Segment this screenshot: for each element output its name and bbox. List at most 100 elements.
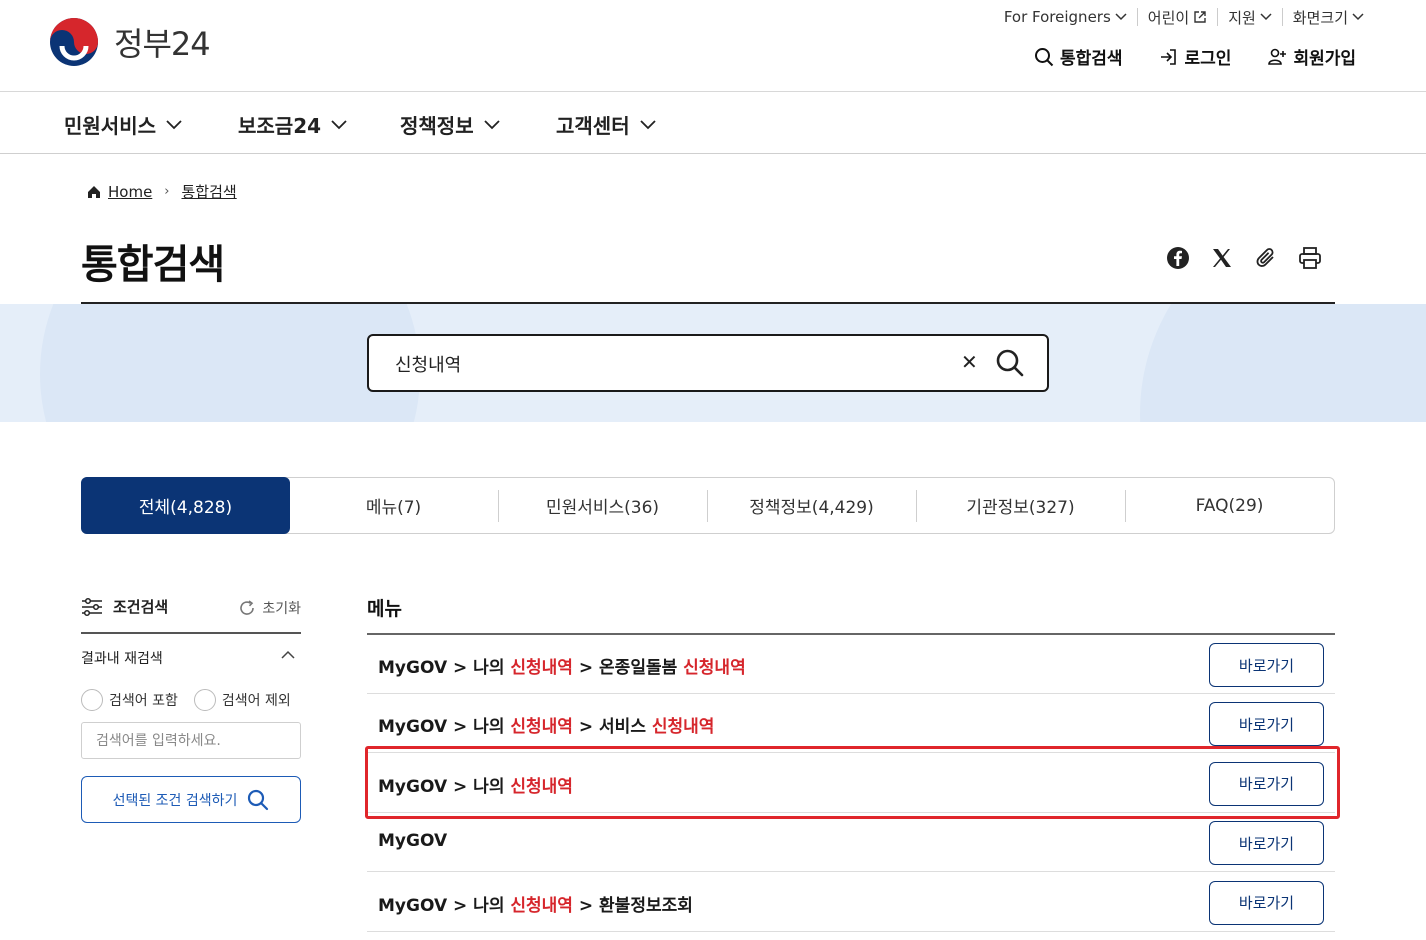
facebook-share-button[interactable] (1162, 242, 1194, 274)
path-text: MyGOV > 나의 (378, 895, 511, 916)
breadcrumb-current[interactable]: 통합검색 (182, 181, 237, 202)
tab-agency[interactable]: 기관정보(327) (916, 478, 1125, 533)
results-section-title: 메뉴 (367, 598, 402, 620)
chevron-down-icon (483, 119, 500, 129)
result-tabs: 전체(4,828) 메뉴(7) 민원서비스(36) 정책정보(4,429) 기관… (81, 477, 1335, 534)
chevron-down-icon (1115, 13, 1127, 21)
breadcrumb-home[interactable]: Home (108, 183, 152, 201)
clear-icon[interactable]: ✕ (961, 350, 978, 374)
page-title: 통합검색 (81, 242, 225, 288)
result-path[interactable]: MyGOV > 나의 신청내역 > 온종일돌봄 신청내역 (378, 653, 746, 678)
gnb-subsidy[interactable]: 보조금24 (238, 110, 347, 139)
chevron-down-icon (639, 119, 656, 129)
filter-sliders-icon (82, 597, 102, 616)
radio-circle[interactable] (193, 689, 216, 711)
tab-civil-service[interactable]: 민원서비스(36) (498, 478, 707, 533)
header: 정부24 For Foreigners 어린이 지원 화면크기 통합검색 로그인… (0, 0, 1426, 92)
search-icon (248, 789, 269, 810)
banner-decoration (1140, 304, 1426, 422)
util-kids[interactable]: 어린이 (1136, 8, 1217, 27)
result-path[interactable]: MyGOV > 나의 신청내역 > 서비스 신청내역 (378, 712, 714, 737)
goto-button[interactable]: 바로가기 (1209, 643, 1324, 687)
taegeuk-logo-icon (50, 18, 98, 66)
page: 정부24 For Foreigners 어린이 지원 화면크기 통합검색 로그인… (0, 0, 1426, 940)
gnb-civil-service[interactable]: 민원서비스 (64, 110, 182, 139)
chevron-up-icon (281, 650, 295, 659)
home-icon (88, 185, 100, 198)
login-link[interactable]: 로그인 (1159, 44, 1231, 69)
search-icon[interactable] (995, 348, 1025, 378)
login-icon (1160, 48, 1176, 65)
result-path[interactable]: MyGOV > 나의 신청내역 > 환불정보조회 (378, 891, 693, 916)
radio-circle[interactable] (81, 689, 103, 711)
table-row: MyGOV > 나의 신청내역 > 서비스 신청내역 바로가기 (367, 694, 1335, 754)
keyword-highlight: 신청내역 (510, 658, 573, 678)
breadcrumb: Home › 통합검색 (86, 181, 237, 202)
search-box: ✕ (367, 334, 1049, 392)
external-link-icon (1194, 11, 1206, 23)
table-row: MyGOV > 나의 신청내역 > 환불정보조회 바로가기 (367, 873, 1335, 932)
path-text: MyGOV > 나의 (378, 717, 511, 738)
filter-title: 조건검색 (81, 596, 168, 617)
keyword-highlight: 신청내역 (683, 658, 746, 678)
search-input[interactable] (395, 350, 935, 378)
refine-search-toggle[interactable]: 결과내 재검색 (81, 648, 301, 668)
chevron-down-icon (166, 119, 182, 129)
refine-options: 검색어 포함 검색어 제외 (81, 689, 307, 711)
radio-include[interactable]: 검색어 포함 (81, 689, 178, 711)
util-screen-size[interactable]: 화면크기 (1281, 8, 1374, 27)
path-text: MyGOV (378, 831, 448, 852)
result-path[interactable]: MyGOV (378, 831, 447, 851)
util-foreigners[interactable]: For Foreigners (994, 8, 1137, 26)
print-icon (1299, 247, 1321, 269)
keyword-highlight: 신청내역 (651, 717, 715, 738)
breadcrumb-separator: › (164, 184, 170, 199)
refresh-icon (240, 600, 255, 615)
gnb-policy[interactable]: 정책정보 (400, 110, 500, 139)
search-icon (1034, 47, 1054, 66)
table-row: MyGOV 바로가기 (367, 813, 1335, 873)
x-share-button[interactable] (1206, 242, 1238, 274)
tab-faq[interactable]: FAQ(29) (1125, 478, 1334, 533)
share-tools (1162, 242, 1338, 274)
util-support[interactable]: 지원 (1217, 8, 1282, 27)
path-text: > 서비스 (572, 717, 652, 738)
chevron-down-icon (1352, 13, 1364, 21)
table-row: MyGOV > 나의 신청내역 > 온종일돌봄 신청내역 바로가기 (367, 635, 1335, 694)
keyword-highlight: 신청내역 (510, 776, 573, 797)
tab-all[interactable]: 전체(4,828) (81, 477, 290, 534)
path-text: > 환불정보조회 (572, 895, 693, 916)
utility-links: For Foreigners 어린이 지원 화면크기 (994, 8, 1374, 27)
main-nav: 민원서비스 보조금24 정책정보 고객센터 (0, 92, 1426, 154)
copy-link-button[interactable] (1250, 242, 1282, 274)
goto-button[interactable]: 바로가기 (1209, 880, 1324, 925)
facebook-icon (1167, 247, 1189, 269)
tab-menu[interactable]: 메뉴(7) (289, 478, 498, 533)
refine-search-input[interactable] (81, 722, 301, 759)
goto-button[interactable]: 바로가기 (1209, 761, 1324, 806)
tab-policy[interactable]: 정책정보(4,429) (707, 478, 916, 533)
gnb-customer-center[interactable]: 고객센터 (556, 110, 656, 139)
signup-link[interactable]: 회원가입 (1267, 44, 1356, 69)
goto-button[interactable]: 바로가기 (1209, 702, 1324, 747)
banner-decoration (40, 304, 420, 422)
result-path[interactable]: MyGOV > 나의 신청내역 (378, 772, 573, 797)
chevron-down-icon (331, 119, 347, 129)
apply-filter-button[interactable]: 선택된 조건 검색하기 (81, 776, 301, 823)
keyword-highlight: 신청내역 (510, 717, 573, 738)
reset-button[interactable]: 초기화 (238, 598, 301, 618)
logo[interactable]: 정부24 (48, 16, 211, 68)
path-text: MyGOV > 나의 (378, 776, 511, 797)
path-text: MyGOV > 나의 (378, 658, 511, 678)
clip-icon (1256, 248, 1274, 267)
x-icon (1213, 249, 1231, 267)
logo-text: 정부24 (114, 25, 211, 63)
user-nav: 통합검색 로그인 회원가입 (998, 44, 1356, 69)
integrated-search-link[interactable]: 통합검색 (1034, 44, 1123, 69)
print-button[interactable] (1294, 242, 1326, 274)
radio-exclude[interactable]: 검색어 제외 (193, 689, 291, 711)
chevron-down-icon (1260, 13, 1272, 21)
goto-button[interactable]: 바로가기 (1209, 821, 1324, 866)
table-row: MyGOV > 나의 신청내역 바로가기 (367, 754, 1335, 813)
path-text: > 온종일돌봄 (572, 658, 684, 678)
